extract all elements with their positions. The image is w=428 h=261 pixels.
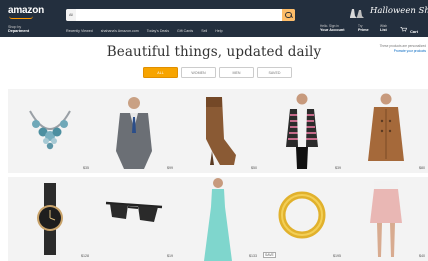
product-tile-necklace[interactable]: $35 xyxy=(8,89,92,173)
filter-tabs: ALL WOMEN MEN SAVED xyxy=(143,67,292,78)
side-note: These products are personalized Promote … xyxy=(372,44,426,53)
department-label: Department xyxy=(8,29,30,34)
search-button[interactable] xyxy=(282,9,295,21)
nav-link-help[interactable]: Help xyxy=(215,29,222,33)
product-tile-ring[interactable]: SAVE $195 xyxy=(260,177,344,261)
nav-link-recently-viewed[interactable]: Recently Viewed xyxy=(66,29,93,33)
skirt-image xyxy=(370,181,402,257)
nav-links: Recently Viewed shahana's Amazon.com Tod… xyxy=(66,29,223,33)
boots-image xyxy=(206,97,236,165)
product-price: $195 xyxy=(333,254,341,258)
search-input[interactable] xyxy=(77,9,281,21)
logo-smile-icon xyxy=(9,16,33,19)
watch-image xyxy=(37,183,63,255)
page-title: Beautiful things, updated daily xyxy=(106,44,322,60)
halloween-promo[interactable]: Halloween Shop xyxy=(348,3,428,23)
product-tile-sunglasses[interactable]: $19 xyxy=(92,177,176,261)
cart-label[interactable]: Cart xyxy=(410,29,418,34)
nav-link-gift-cards[interactable]: Gift Cards xyxy=(177,29,193,33)
cardigan-image xyxy=(286,93,318,169)
product-tile-cardigan[interactable]: $39 xyxy=(260,89,344,173)
side-note-text: These products are personalized xyxy=(379,44,426,48)
product-tile-watch[interactable]: $128 xyxy=(8,177,92,261)
wish-list-menu[interactable]: Wish List xyxy=(380,24,387,32)
tab-all[interactable]: ALL xyxy=(143,67,178,78)
save-badge[interactable]: SAVE xyxy=(263,252,276,258)
product-price: $133 xyxy=(249,254,257,258)
necklace-image xyxy=(29,110,71,150)
witch-shoes-icon xyxy=(350,9,364,18)
product-tile-skirt[interactable]: $40 xyxy=(344,177,428,261)
product-price: $39 xyxy=(335,166,341,170)
product-price: $50 xyxy=(251,166,257,170)
prime-menu[interactable]: Try Prime xyxy=(358,24,369,32)
product-price: $19 xyxy=(167,254,173,258)
nav-link-todays-deals[interactable]: Today's Deals xyxy=(147,29,169,33)
amazon-logo[interactable]: amazon xyxy=(8,5,44,16)
product-price: $128 xyxy=(81,254,89,258)
product-tile-boots[interactable]: $50 xyxy=(176,89,260,173)
sunglasses-image xyxy=(105,201,163,222)
cart-icon[interactable] xyxy=(400,23,410,35)
shop-by-department[interactable]: Shop by Department xyxy=(8,25,29,33)
nav-link-users-amazon[interactable]: shahana's Amazon.com xyxy=(101,29,139,33)
product-tile-coat[interactable]: $80 xyxy=(344,89,428,173)
prime-label: Prime xyxy=(358,28,369,32)
coat-image xyxy=(368,93,404,161)
product-price: $80 xyxy=(419,166,425,170)
product-tile-dress[interactable]: $133 xyxy=(176,177,260,261)
search-category-dropdown[interactable]: All xyxy=(66,9,76,21)
product-price: $35 xyxy=(83,166,89,170)
account-menu[interactable]: Hello. Sign in Your Account xyxy=(320,24,344,32)
ring-image xyxy=(278,191,326,239)
tab-saved[interactable]: SAVED xyxy=(257,67,292,78)
dress-image xyxy=(204,178,232,261)
account-label: Your Account xyxy=(320,28,345,32)
list-label: List xyxy=(380,28,387,32)
search-bar: All xyxy=(66,9,295,21)
product-tile-suit[interactable]: $99 xyxy=(92,89,176,173)
promote-link[interactable]: Promote your products xyxy=(394,49,426,53)
nav-link-sell[interactable]: Sell xyxy=(201,29,207,33)
promo-text: Halloween Shop xyxy=(370,6,428,16)
product-price: $99 xyxy=(167,166,173,170)
top-nav-bar: amazon Shop by Department All Recently V… xyxy=(0,0,428,37)
tab-men[interactable]: MEN xyxy=(219,67,254,78)
product-price: $40 xyxy=(419,254,425,258)
suit-image xyxy=(116,97,152,169)
tab-women[interactable]: WOMEN xyxy=(181,67,216,78)
